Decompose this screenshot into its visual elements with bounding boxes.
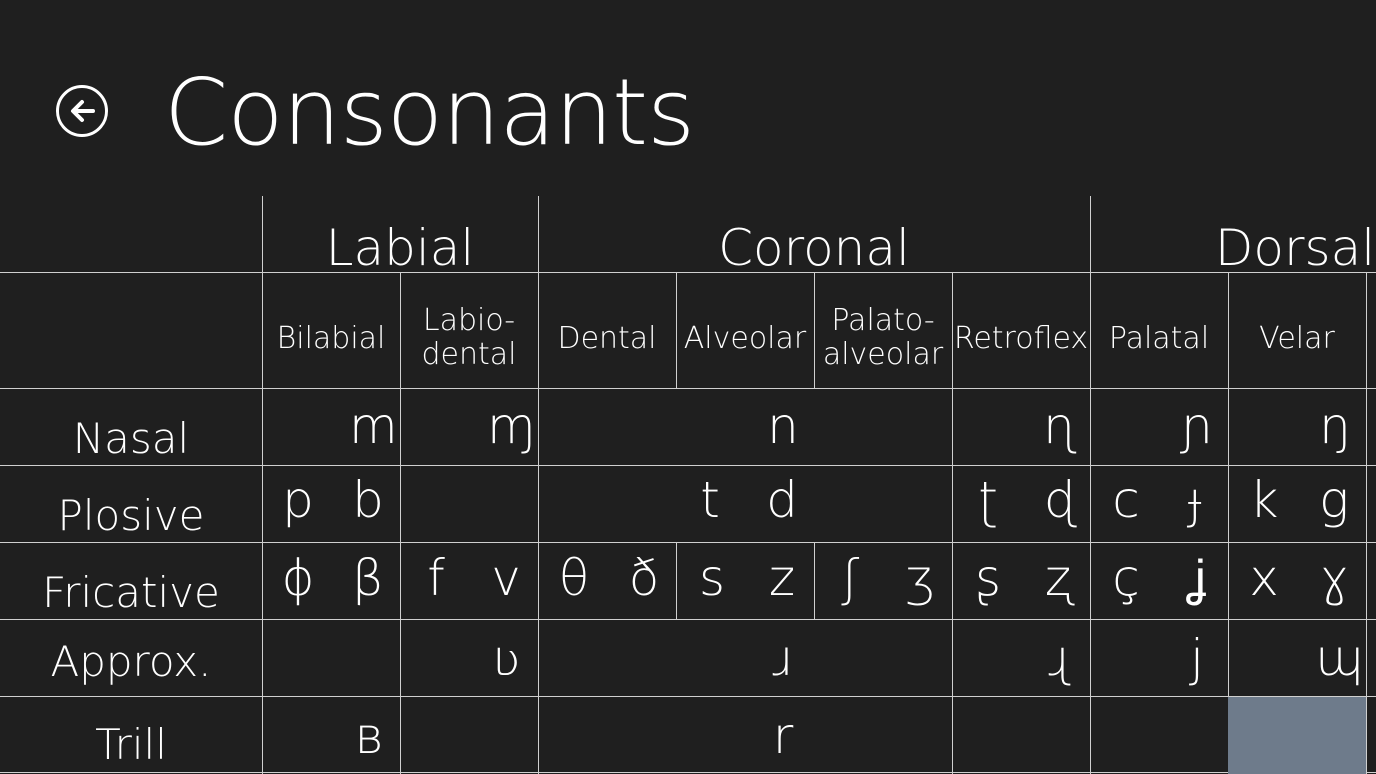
symbol-cell[interactable]: z <box>762 548 802 608</box>
place-label: Palato- <box>831 303 935 338</box>
grid-line <box>262 196 263 774</box>
place-header-palatal[interactable]: Palatal <box>1090 300 1228 378</box>
symbol-cell[interactable]: ʐ <box>1038 548 1078 608</box>
grid-line <box>0 772 1376 773</box>
symbol-cell[interactable]: ʈ <box>968 470 1008 530</box>
symbol-cell[interactable]: s <box>692 548 732 608</box>
grid-line <box>814 542 815 619</box>
symbol-cell[interactable]: ð <box>624 548 664 608</box>
symbol-cell[interactable]: v <box>486 548 526 608</box>
place-label: Dental <box>557 321 657 356</box>
symbol-cell[interactable]: β <box>348 548 388 608</box>
symbol-cell[interactable]: t <box>690 470 730 530</box>
row-label-trill: Trill <box>95 720 167 769</box>
grid-line <box>1366 272 1367 774</box>
symbol-cell[interactable]: ɱ <box>487 396 536 456</box>
grid-line <box>0 465 1376 466</box>
symbol-cell[interactable]: ʒ <box>900 548 940 608</box>
symbol-cell[interactable]: r <box>763 706 803 766</box>
place-header-retroflex[interactable]: Retroflex <box>952 300 1090 378</box>
place-label: Alveolar <box>683 321 807 356</box>
symbol-cell[interactable]: ɸ <box>278 548 318 608</box>
grid-line <box>1090 196 1091 774</box>
row-label-approximant: Approx. <box>50 637 212 686</box>
symbol-cell[interactable]: ɳ <box>1039 396 1079 456</box>
symbol-cell[interactable]: ç <box>1106 548 1146 608</box>
back-arrow-circle-icon <box>71 100 95 122</box>
place-header-alveolar[interactable]: Alveolar <box>676 300 814 378</box>
symbol-cell[interactable]: ʋ <box>487 628 527 688</box>
place-header-palatoalveolar[interactable]: Palato- alveolar <box>814 296 952 380</box>
symbol-cell[interactable]: ʃ <box>830 548 870 608</box>
group-header-coronal: Coronal <box>718 219 910 277</box>
symbol-cell[interactable]: g <box>1314 470 1354 530</box>
grid-line <box>0 542 1376 543</box>
symbol-cell[interactable]: x <box>1244 548 1284 608</box>
grid-line <box>0 619 1376 620</box>
symbol-cell[interactable]: ɹ <box>763 628 803 688</box>
symbol-cell[interactable]: m <box>349 396 398 456</box>
symbol-cell[interactable]: θ <box>554 548 594 608</box>
symbol-cell[interactable]: j <box>1177 628 1217 688</box>
back-button[interactable] <box>56 85 108 137</box>
symbol-cell[interactable]: b <box>348 470 388 530</box>
place-label: alveolar <box>822 337 944 372</box>
symbol-cell[interactable]: d <box>762 470 802 530</box>
symbol-cell[interactable]: ɻ <box>1039 628 1079 688</box>
symbol-cell[interactable]: ʂ <box>968 548 1008 608</box>
grid-line <box>0 696 1376 697</box>
symbol-cell[interactable]: ɣ <box>1314 548 1354 608</box>
symbol-cell[interactable]: f <box>416 548 456 608</box>
place-label: Retroflex <box>953 321 1089 356</box>
grid-line <box>676 542 677 619</box>
symbol-cell[interactable]: k <box>1244 470 1284 530</box>
page-title: Consonants <box>164 59 695 166</box>
place-label: Bilabial <box>276 321 386 356</box>
grid-line <box>0 388 1376 389</box>
place-header-dental[interactable]: Dental <box>538 300 676 378</box>
symbol-cell[interactable]: ɲ <box>1177 396 1217 456</box>
symbol-cell[interactable]: ɟ <box>1176 470 1216 530</box>
place-label: dental <box>421 337 517 372</box>
symbol-cell[interactable]: ɖ <box>1038 470 1078 530</box>
place-label: Labio- <box>422 303 516 338</box>
symbol-cell[interactable]: ʙ <box>349 706 389 766</box>
symbol-cell[interactable]: p <box>278 470 318 530</box>
grid-line <box>538 196 539 774</box>
symbol-cell[interactable]: c <box>1106 470 1146 530</box>
symbol-cell[interactable]: ŋ <box>1315 396 1355 456</box>
symbol-cell[interactable]: ʝ <box>1176 548 1216 608</box>
row-label-fricative: Fricative <box>42 568 220 617</box>
place-header-labiodental[interactable]: Labio- dental <box>400 296 538 380</box>
impossible-cell <box>1228 697 1366 774</box>
place-label: Velar <box>1259 321 1335 356</box>
group-header-dorsal: Dorsal <box>1214 219 1376 277</box>
row-label-nasal: Nasal <box>72 414 190 463</box>
row-label-plosive: Plosive <box>57 491 205 540</box>
place-header-bilabial[interactable]: Bilabial <box>262 300 400 378</box>
symbol-cell[interactable]: ɰ <box>1315 628 1364 688</box>
symbol-cell[interactable]: n <box>763 396 803 456</box>
place-header-velar[interactable]: Velar <box>1228 300 1366 378</box>
place-label: Palatal <box>1108 321 1210 356</box>
group-header-labial: Labial <box>325 219 475 277</box>
